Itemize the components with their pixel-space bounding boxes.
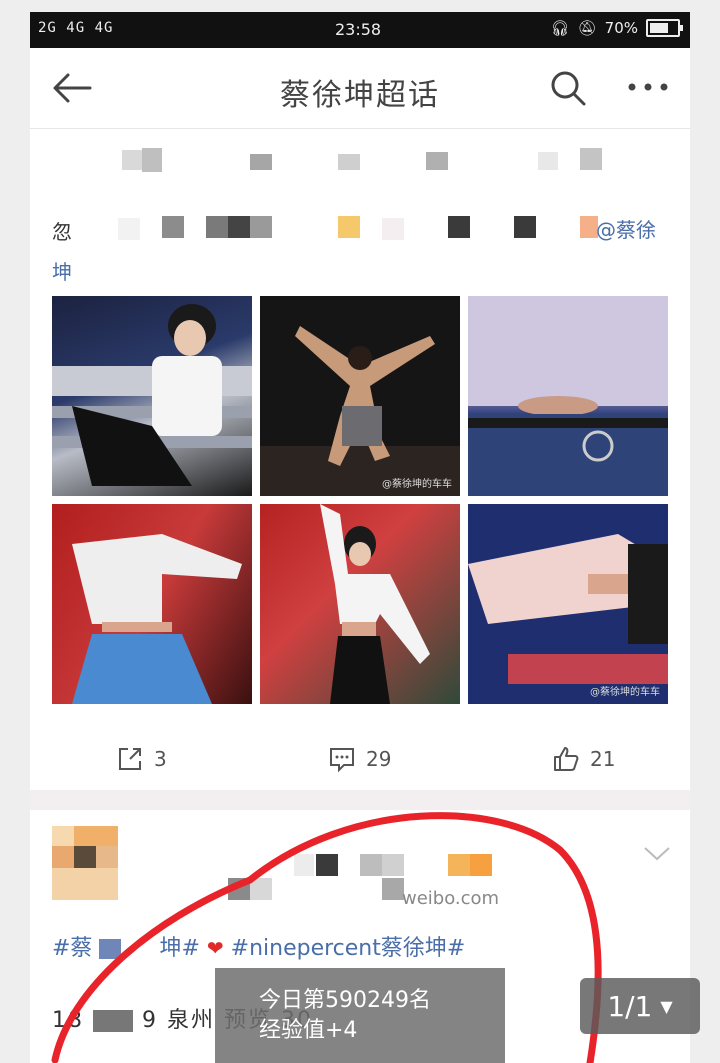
performer-figure [320, 504, 430, 704]
experience-toast: 今日第590249名 经验值+4 [215, 968, 505, 1063]
more-options-icon[interactable] [626, 80, 670, 94]
thumbs-up-icon [554, 747, 579, 771]
avatar[interactable] [52, 826, 118, 900]
status-time: 23:58 [335, 20, 382, 39]
photo-watermark: @蔡徐坤的车车 [590, 687, 660, 698]
nav-header: 蔡徐坤超话 [30, 48, 690, 129]
performer-figure [72, 534, 242, 704]
photo-3[interactable] [468, 296, 668, 496]
mention-link-continued[interactable]: 坤 [52, 256, 72, 285]
photo-5[interactable] [260, 504, 460, 704]
headset-icon: 🎧︎ [550, 19, 570, 37]
page-title: 蔡徐坤超话 [280, 78, 440, 113]
share-icon [119, 748, 141, 770]
date-prefix: 18 [52, 1008, 84, 1033]
comment-count: 29 [366, 747, 392, 771]
like-button[interactable]: 21 [552, 745, 615, 773]
comment-icon [330, 748, 354, 773]
performer-figure [52, 304, 252, 486]
status-bar: 2G 4G 4G 23:58 🎧︎ 🔕︎ 70% [30, 12, 690, 48]
photo-1[interactable] [52, 296, 252, 496]
photo-6[interactable]: @蔡徐坤的车车 [468, 504, 668, 704]
censored-date-part [93, 1010, 133, 1032]
battery-percent: 70% [604, 19, 638, 37]
post-action-bar: 3 29 21 [30, 737, 690, 787]
post-text-start: 忽 [52, 220, 72, 244]
caret-down-icon: ▼ [660, 996, 673, 1016]
chevron-down-icon[interactable] [642, 844, 672, 864]
mute-icon: 🔕︎ [577, 19, 597, 37]
post-source: weibo.com [402, 888, 500, 909]
comment-button[interactable]: 29 [328, 745, 391, 773]
post-divider [30, 790, 690, 810]
search-icon[interactable] [548, 68, 588, 108]
photo-watermark: @蔡徐坤的车车 [382, 479, 452, 490]
mention-link[interactable]: @蔡徐 [596, 214, 656, 243]
toast-line-1: 今日第590249名 [259, 988, 431, 1013]
repost-count: 3 [154, 747, 167, 771]
battery-icon [646, 19, 683, 37]
like-count: 21 [590, 747, 616, 771]
censored-hashtag-part [99, 939, 122, 959]
heart-icon: ❤ [206, 936, 224, 960]
toast-line-2: 经验值+4 [259, 1018, 358, 1043]
photo-4[interactable] [52, 504, 252, 704]
app-screen: 2G 4G 4G 23:58 🎧︎ 🔕︎ 70% 蔡徐坤超话 忽 @蔡徐 坤 @… [30, 12, 690, 1063]
performer-figure [260, 326, 460, 496]
hashtag-link[interactable]: #ninepercent蔡徐坤# [231, 936, 466, 961]
hashtag-link-end[interactable]: 坤# [159, 936, 199, 961]
performer-figure [468, 534, 668, 684]
hashtag-row: #蔡 坤# ❤ #ninepercent蔡徐坤# [52, 930, 465, 962]
signal-indicator: 2G 4G 4G [38, 20, 114, 36]
photo-2[interactable]: @蔡徐坤的车车 [260, 296, 460, 496]
performer-figure [468, 296, 668, 496]
page-indicator-label: 1/1 [607, 989, 653, 1023]
page-indicator[interactable]: 1/1 ▼ [580, 978, 700, 1034]
status-icons: 🎧︎ 🔕︎ 70% [550, 19, 683, 37]
hashtag-link[interactable]: #蔡 [52, 936, 92, 961]
repost-button[interactable]: 3 [116, 745, 167, 773]
photo-grid: @蔡徐坤的车车 @蔡徐坤的车车 [52, 296, 668, 704]
